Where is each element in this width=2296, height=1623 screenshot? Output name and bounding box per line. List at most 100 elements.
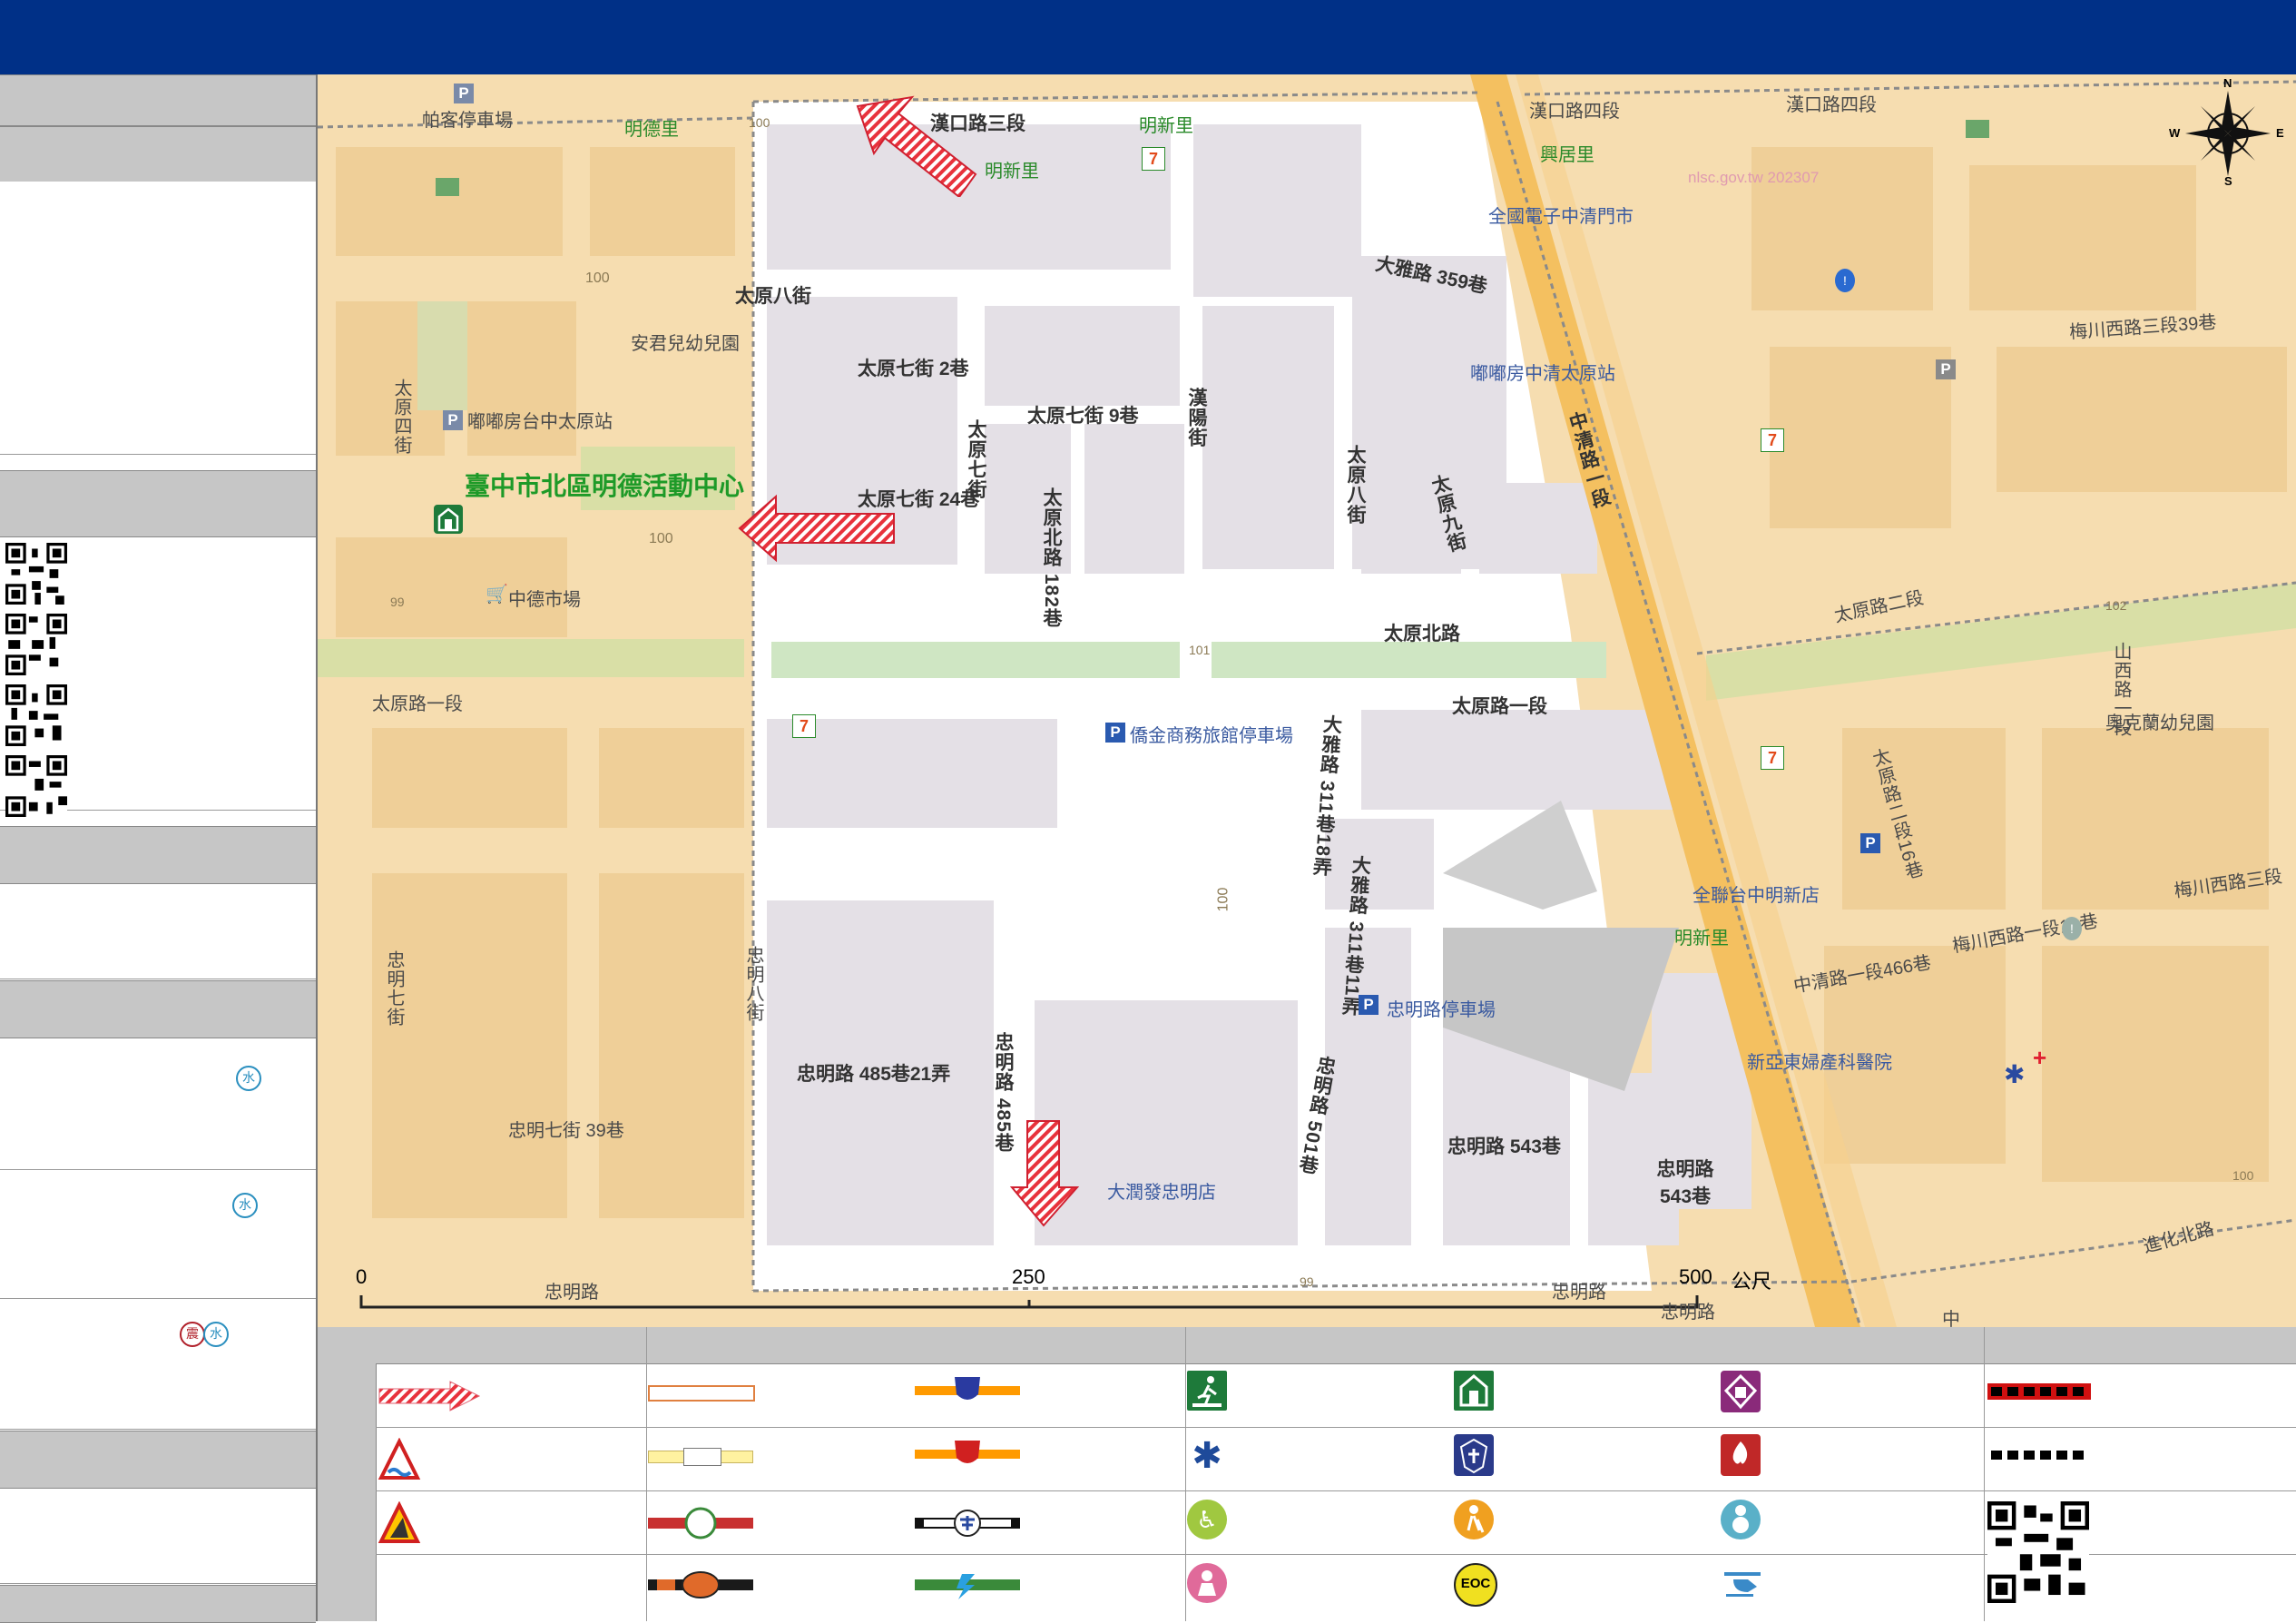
police-station-icon[interactable]: ! xyxy=(1835,269,1855,292)
street-label: 忠明路 543巷 xyxy=(1447,1136,1561,1157)
place-label: 全國電子中清門市 xyxy=(1488,207,1634,227)
title-bar xyxy=(0,0,2296,76)
shelter-icon[interactable] xyxy=(434,505,463,534)
place-label: 忠明路停車場 xyxy=(1387,1000,1496,1020)
street-label: 忠明路 485巷 xyxy=(993,1032,1014,1153)
legend-header-row xyxy=(376,1327,2296,1364)
info-sidebar: 水 水 震 水 xyxy=(0,74,318,1623)
flood-hazard-icon: 水 xyxy=(203,1322,229,1347)
contour-label: 101 xyxy=(1189,643,1211,657)
convenience-store-icon[interactable]: 7 xyxy=(1761,746,1784,770)
sidebar-contact-box xyxy=(0,884,316,979)
helicopter-landing-icon xyxy=(1721,1567,1766,1599)
provincial-road-icon xyxy=(648,1507,753,1539)
sidebar-qr-box xyxy=(0,537,316,817)
map-watermark: nlsc.gov.tw 202307 xyxy=(1688,169,1820,186)
convenience-store-icon[interactable]: 7 xyxy=(1142,147,1165,171)
earthquake-hazard-icon: 震 xyxy=(180,1322,205,1347)
shelter-icon xyxy=(1454,1371,1494,1411)
county-road-icon xyxy=(648,1571,753,1598)
contour-label: 99 xyxy=(390,595,405,609)
wheelchair-accessible-icon: ♿ xyxy=(1187,1500,1227,1539)
village-label: 明新里 xyxy=(985,162,1039,182)
street-label: 忠明七街 39巷 xyxy=(508,1121,624,1141)
boundary-line-icon xyxy=(1987,1383,2091,1400)
police-station-icon[interactable]: ! xyxy=(2062,917,2082,940)
qr-code-icon[interactable] xyxy=(1987,1501,2089,1603)
evacuation-arrow-icon xyxy=(856,95,977,197)
emergency-operations-center-icon: EOC xyxy=(1454,1563,1497,1607)
flood-hazard-icon: 水 xyxy=(236,1066,261,1091)
evacuation-arrow-icon xyxy=(1009,1120,1080,1227)
compass-east-label: E xyxy=(2276,126,2284,140)
sidebar-header-5 xyxy=(0,980,316,1038)
parking-icon[interactable]: P xyxy=(1359,995,1379,1015)
qr-code-icon[interactable] xyxy=(5,543,67,605)
district-boundary-icon xyxy=(1991,1451,2087,1460)
street-label: 太原北路 xyxy=(1384,624,1460,644)
convenience-store-icon[interactable]: 7 xyxy=(1761,428,1784,452)
map-legend: ✱ ♿ EOC xyxy=(318,1327,2296,1621)
sidebar-info-box xyxy=(0,182,316,455)
shopping-cart-icon[interactable]: 🛒 xyxy=(486,583,508,605)
street-label: 太原七街 2巷 xyxy=(858,359,969,379)
sidebar-header-1 xyxy=(0,74,316,126)
compass-west-label: W xyxy=(2169,126,2181,140)
village-label: 明新里 xyxy=(1674,929,1729,949)
sidebar-hazard-row-2: 水 xyxy=(0,1171,316,1299)
compass-north-label: N xyxy=(2223,76,2232,90)
place-label: 嘟嘟房中清太原站 xyxy=(1470,364,1615,384)
street-label: 太原四街 xyxy=(391,379,411,455)
street-label: 太原路一段 xyxy=(1452,696,1547,717)
contour-label: 100 xyxy=(649,531,673,546)
national-highway-icon xyxy=(915,1377,1020,1400)
evacuation-map[interactable]: 臺中市北區明德活動中心 nlsc.gov.tw 202307 N S E W 0… xyxy=(318,74,2296,1327)
parking-icon[interactable]: P xyxy=(1105,723,1125,743)
parking-icon[interactable]: P xyxy=(1860,833,1880,853)
hospital-cross-icon[interactable]: + xyxy=(2033,1046,2053,1069)
nursing-room-icon xyxy=(1721,1500,1761,1539)
place-label: 安君兒幼兒園 xyxy=(631,334,740,354)
shelter-name-label: 臺中市北區明德活動中心 xyxy=(465,472,745,500)
qr-code-icon[interactable] xyxy=(5,614,67,675)
flood-hazard-icon: 水 xyxy=(232,1193,258,1218)
sidebar-hazard-row-1: 水 xyxy=(0,1038,316,1170)
legend-side-header xyxy=(318,1327,377,1621)
street-label: 忠明八街 xyxy=(743,946,763,1022)
village-label: 明新里 xyxy=(1139,116,1193,136)
parking-icon[interactable]: P xyxy=(1936,359,1956,379)
police-icon xyxy=(1454,1434,1494,1476)
school-icon[interactable] xyxy=(436,178,459,196)
place-label: 奧克蘭幼兒園 xyxy=(2105,713,2214,733)
street-label: 太原八街 xyxy=(735,286,811,307)
place-label: 中德市場 xyxy=(508,590,581,610)
sidebar-header-2 xyxy=(0,126,316,182)
expressway-icon xyxy=(915,1441,1020,1463)
street-label: 忠明路 xyxy=(1661,1303,1715,1323)
high-speed-rail-icon xyxy=(915,1574,1020,1599)
street-label: 忠明路 xyxy=(1552,1283,1606,1303)
school-icon[interactable] xyxy=(1966,120,1989,138)
social-welfare-icon xyxy=(1721,1371,1761,1412)
compass-rose-icon xyxy=(2185,91,2271,176)
street-label: 漢口路三段 xyxy=(930,113,1025,134)
parking-icon[interactable]: P xyxy=(454,84,474,103)
street-label: 太原路一段 xyxy=(372,694,463,714)
parking-icon[interactable]: P xyxy=(443,410,463,430)
street-label: 太原八街 xyxy=(1345,445,1366,525)
street-label: 太原北路 182巷 xyxy=(1041,487,1062,628)
compass-south-label: S xyxy=(2224,174,2232,188)
street-label: 漢陽街 xyxy=(1186,388,1207,448)
women-children-icon xyxy=(1187,1563,1227,1603)
scale-unit-label: 公尺 xyxy=(1732,1270,1772,1293)
sidebar-hazard-row-3: 震 水 xyxy=(0,1300,316,1430)
medical-star-icon[interactable]: ✱ xyxy=(2004,1062,2029,1087)
contour-label: 100 xyxy=(585,270,610,286)
place-label: 大潤發忠明店 xyxy=(1107,1183,1216,1203)
qr-code-icon[interactable] xyxy=(5,684,67,746)
convenience-store-icon[interactable]: 7 xyxy=(792,714,816,738)
contour-label: 102 xyxy=(2105,598,2127,613)
scale-label-mid: 250 xyxy=(1012,1265,1045,1288)
qr-code-icon[interactable] xyxy=(5,755,67,817)
landslide-warning-icon xyxy=(378,1501,421,1543)
